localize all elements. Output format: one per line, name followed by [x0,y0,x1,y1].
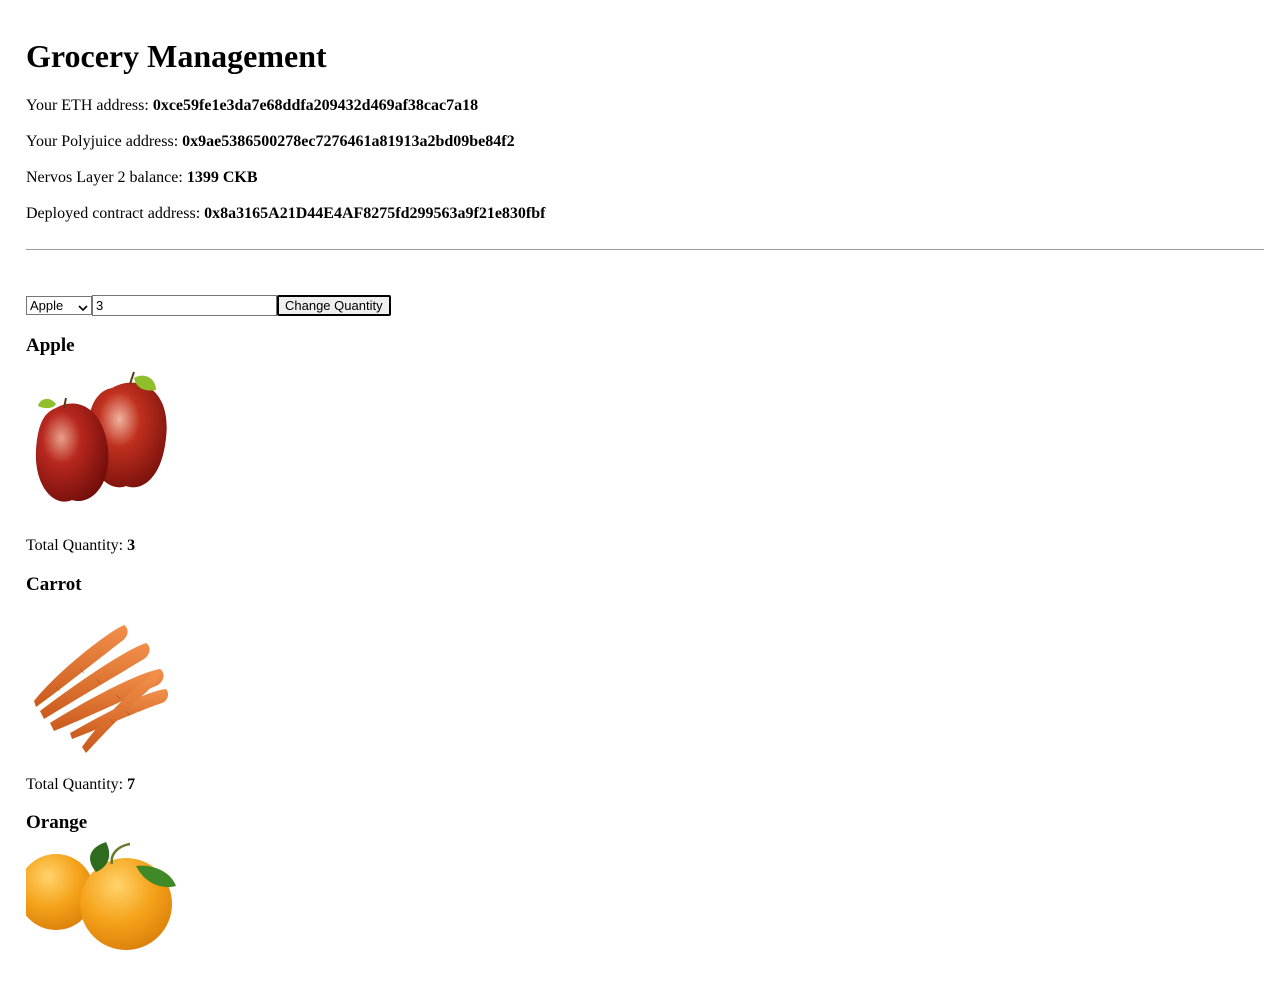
item-select[interactable]: Apple [26,296,92,315]
page-title: Grocery Management [26,38,327,74]
item-name: Apple [26,335,75,356]
grocery-item-orange: Orange [18,812,1264,992]
contract-address-label: Deployed contract address: [26,205,205,222]
total-quantity-value: 7 [127,776,136,793]
item-name: Orange [26,812,88,833]
quantity-controls: Apple 3 Change Quantity [26,295,1264,316]
quantity-input[interactable]: 3 [92,295,277,316]
item-name: Carrot [26,574,82,595]
total-quantity-label: Total Quantity: [26,776,128,793]
eth-address-value: 0xce59fe1e3da7e68ddfa209432d469af38cac7a… [152,97,479,114]
polyjuice-address-value: 0x9ae5386500278ec7276461a81913a2bd09be84… [182,133,515,150]
change-quantity-button[interactable]: Change Quantity [277,295,391,316]
total-quantity: Total Quantity: 7 [26,776,1264,794]
polyjuice-address-label: Your Polyjuice address: [26,133,183,150]
carrot-image [26,607,176,757]
eth-address-line: Your ETH address: 0xce59fe1e3da7e68ddfa2… [26,97,1264,115]
page-container: Grocery Management Your ETH address: 0xc… [0,38,1264,992]
apple-image [26,368,176,518]
grocery-item-carrot: Carrot Total Quantity: 7 [26,574,1264,794]
item-select-value: Apple [30,298,64,313]
layer2-balance-label: Nervos Layer 2 balance: [26,169,187,186]
eth-address-label: Your ETH address: [26,97,153,114]
chevron-down-icon [78,301,88,311]
total-quantity-value: 3 [127,537,136,554]
contract-address-line: Deployed contract address: 0x8a3165A21D4… [26,205,1264,223]
layer2-balance-value: 1399 CKB [186,169,258,186]
total-quantity: Total Quantity: 3 [26,537,1264,555]
divider [26,249,1264,250]
polyjuice-address-line: Your Polyjuice address: 0x9ae5386500278e… [26,133,1264,151]
contract-address-value: 0x8a3165A21D44E4AF8275fd299563a9f21e830f… [204,205,546,222]
total-quantity-label: Total Quantity: [26,537,128,554]
orange-image [18,842,176,992]
quantity-input-value: 3 [96,298,104,313]
layer2-balance-line: Nervos Layer 2 balance: 1399 CKB [26,169,1264,187]
grocery-item-apple: Apple Total Quantity: 3 [26,335,1264,555]
